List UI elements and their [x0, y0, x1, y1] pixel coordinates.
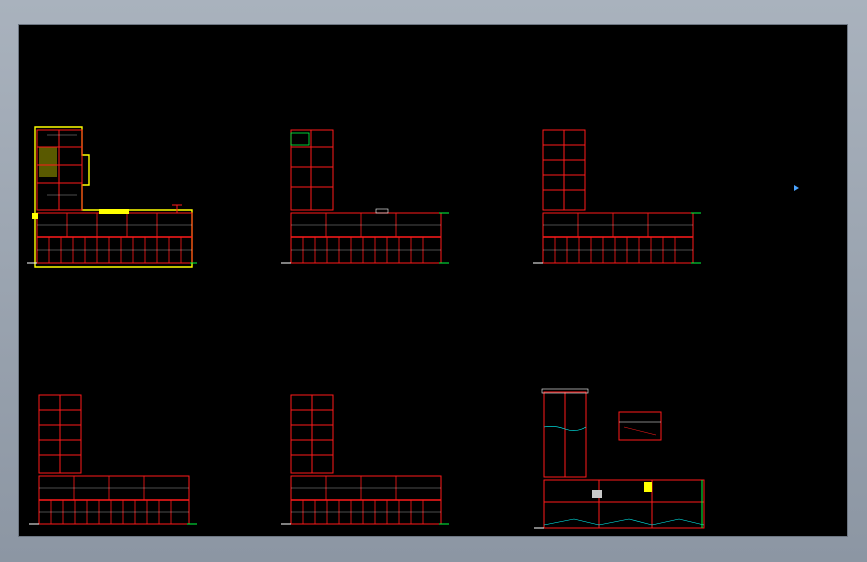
elevation-sheet-6[interactable]: [534, 387, 714, 532]
floor-plan-drawing-5: [281, 394, 449, 525]
elevation-drawing-6: [534, 388, 705, 529]
floor-plan-drawing-4: [29, 394, 197, 525]
model-space-viewport[interactable]: [19, 25, 847, 536]
floor-plan-drawing-1: [27, 126, 197, 268]
floor-plan-sheet-3[interactable]: [533, 125, 703, 270]
floor-plan-sheet-1[interactable]: [27, 125, 197, 270]
floor-plan-sheet-2[interactable]: [281, 125, 451, 270]
floor-plan-drawing-3: [533, 129, 701, 264]
floor-plan-sheet-5[interactable]: [281, 390, 451, 530]
floor-plan-sheet-4[interactable]: [29, 390, 199, 530]
cursor-marker-icon: [794, 176, 800, 195]
floor-plan-drawing-2: [281, 129, 449, 264]
